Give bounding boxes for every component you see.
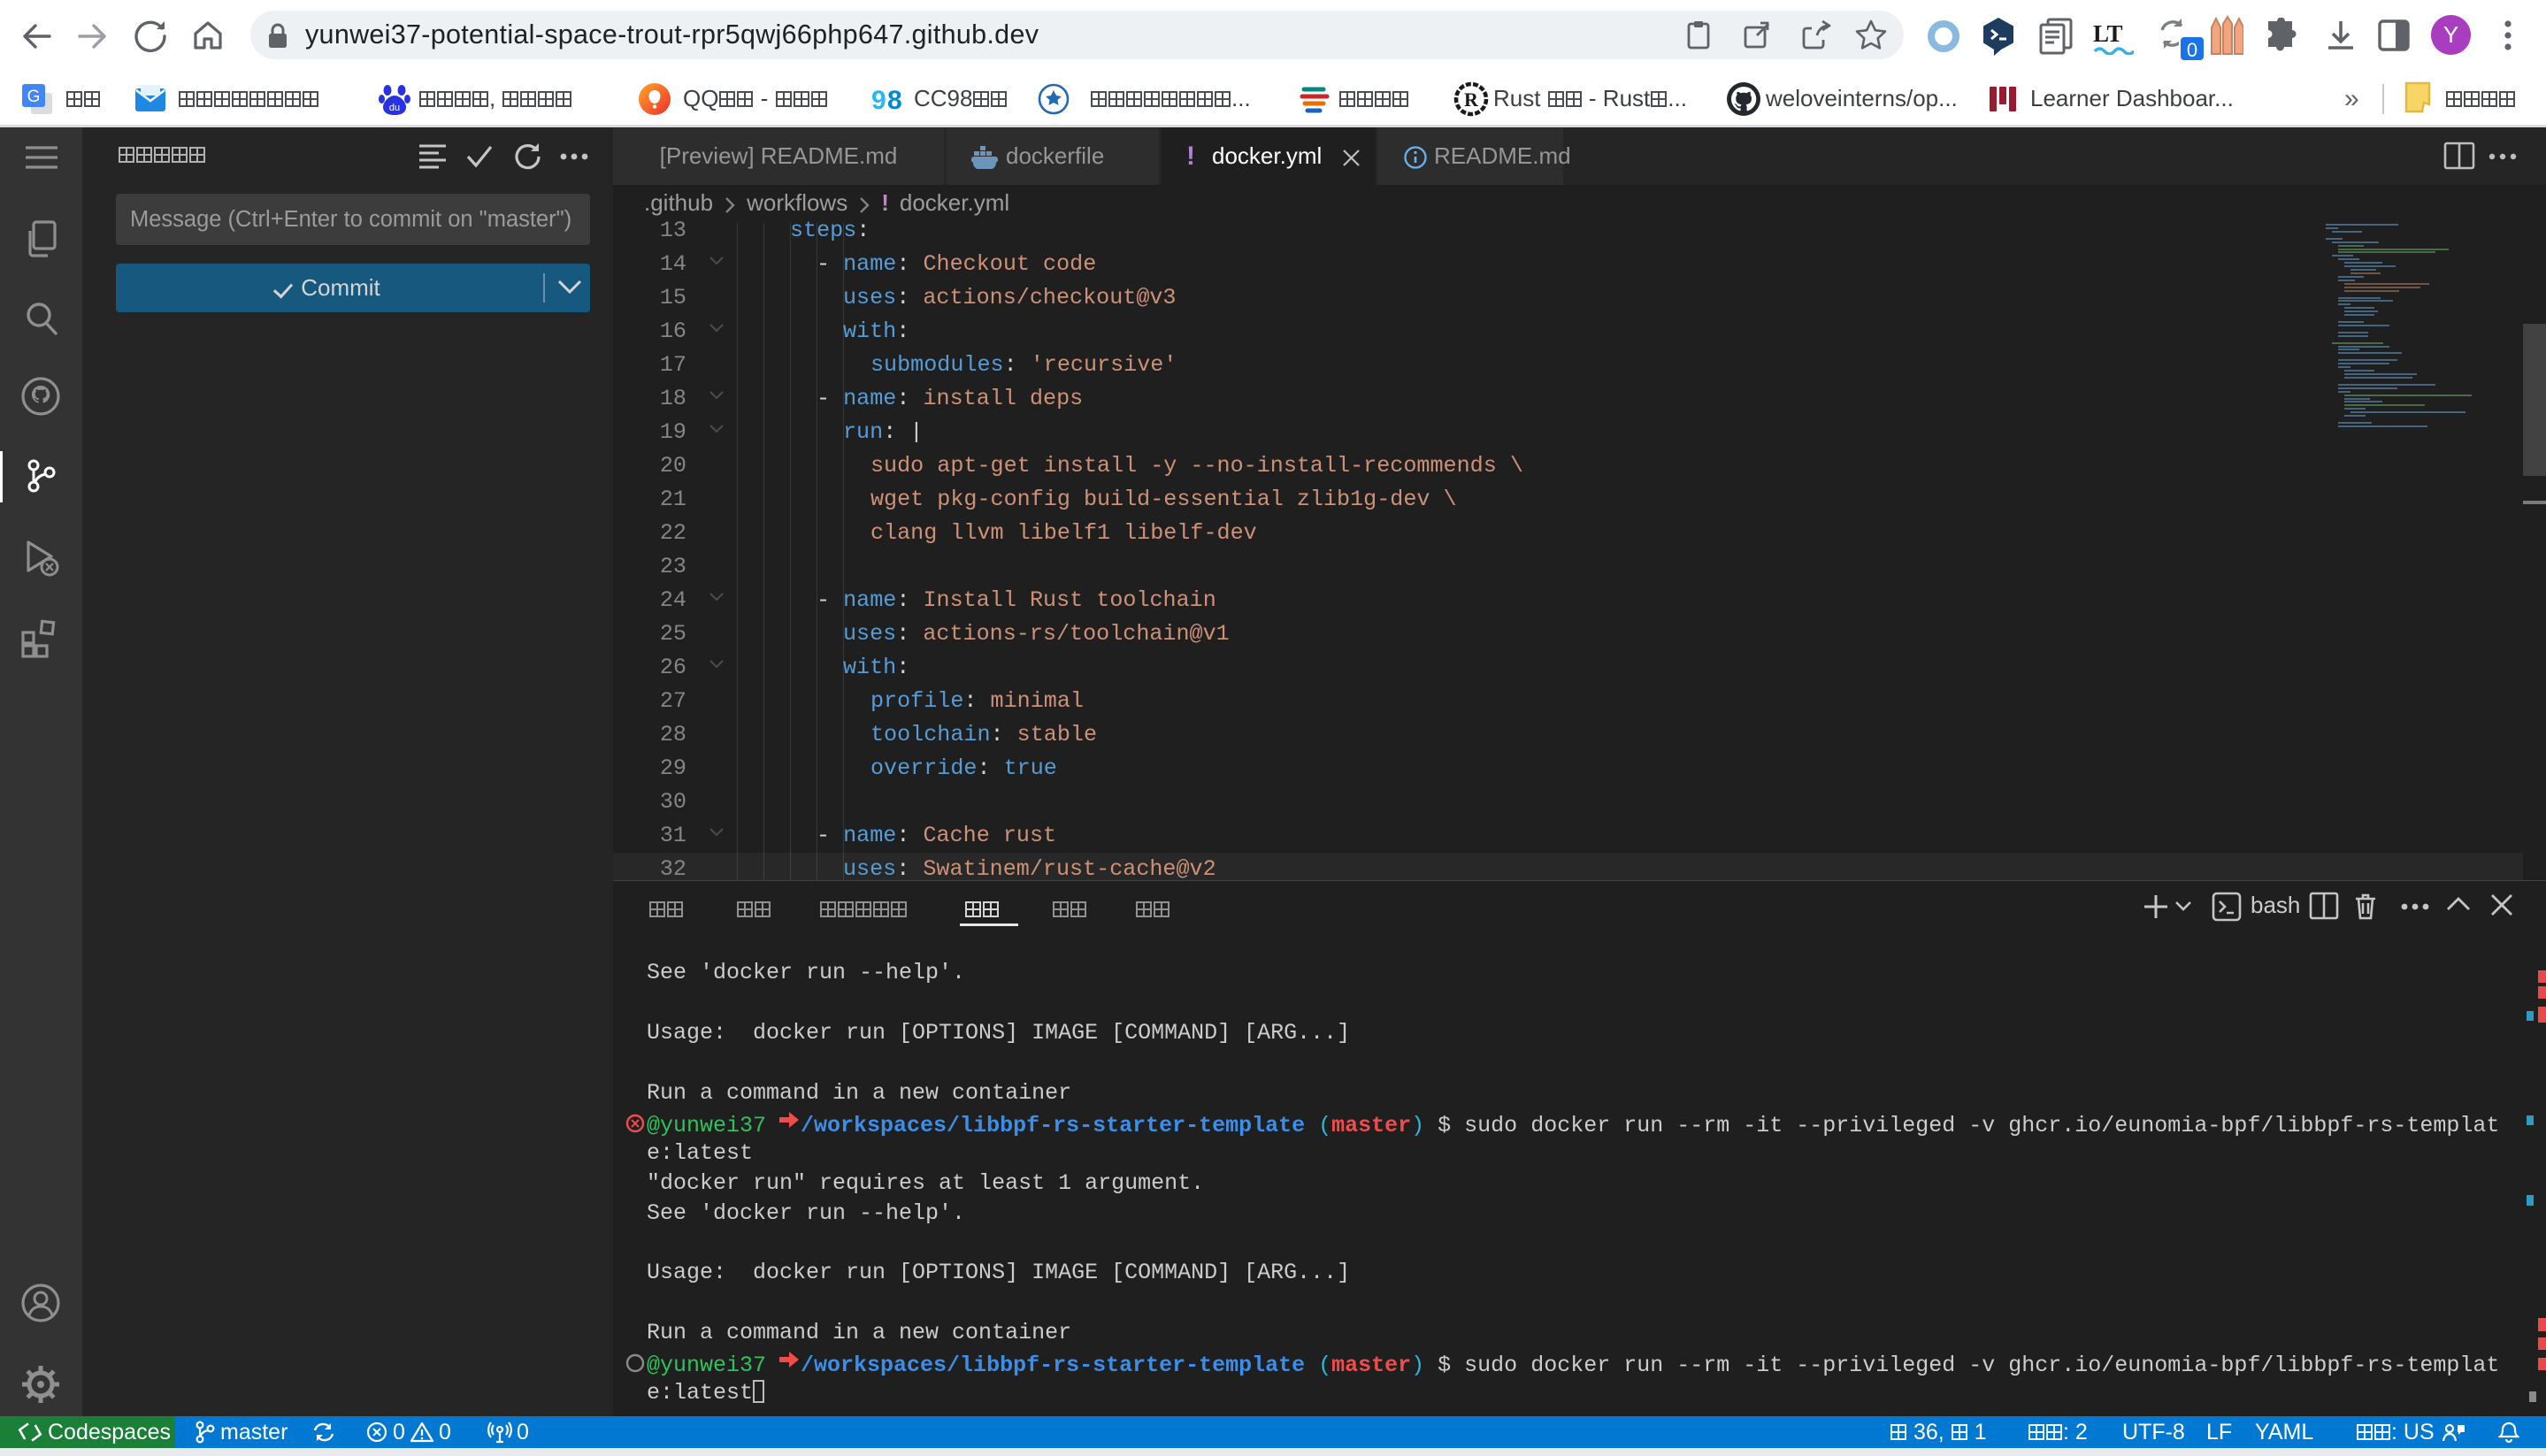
- svg-text:du: du: [389, 103, 400, 113]
- svg-text:R: R: [1464, 88, 1479, 111]
- svg-text:9: 9: [871, 86, 886, 115]
- svg-text:8: 8: [887, 86, 902, 115]
- svg-text:G: G: [27, 88, 41, 106]
